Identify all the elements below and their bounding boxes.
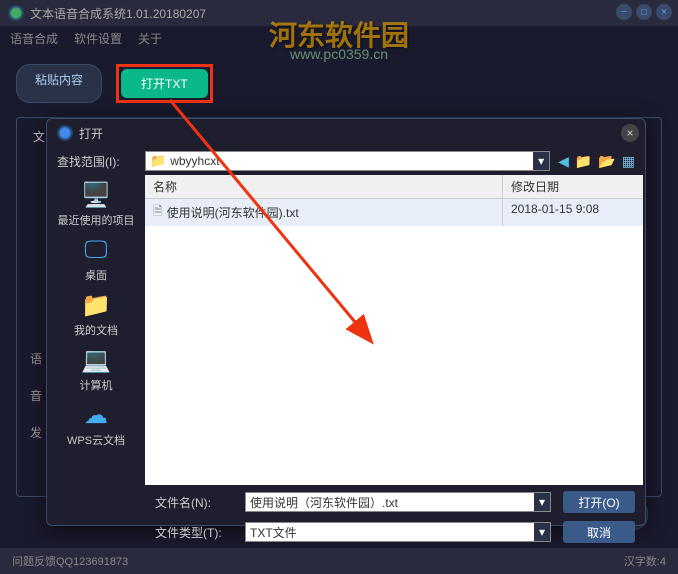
status-feedback: 问题反馈QQ123691873 bbox=[12, 553, 128, 569]
places-sidebar: 🖥️ 最近使用的项目 🖵 桌面 📁 我的文档 💻 计算机 ☁ WPS云文档 bbox=[47, 175, 145, 485]
highlight-annotation: 打开TXT bbox=[116, 64, 213, 103]
file-list-header: 名称 修改日期 bbox=[145, 175, 643, 199]
dialog-title: 打开 bbox=[79, 125, 103, 142]
filename-input[interactable]: 使用说明（河东软件园）.txt ▾ bbox=[245, 492, 551, 512]
open-button[interactable]: 打开(O) bbox=[563, 491, 635, 513]
minimize-button[interactable]: − bbox=[616, 4, 632, 20]
sidebar-recent[interactable]: 🖥️ 最近使用的项目 bbox=[58, 181, 135, 228]
viewmode-icon[interactable]: ▦ bbox=[622, 153, 635, 170]
txt-file-icon: 🗎 bbox=[153, 202, 163, 223]
close-button[interactable]: × bbox=[656, 4, 672, 20]
column-name[interactable]: 名称 bbox=[145, 175, 503, 198]
paste-button[interactable]: 粘贴内容 bbox=[16, 64, 102, 103]
sidebar-computer[interactable]: 💻 计算机 bbox=[80, 346, 113, 393]
content-label: 文 bbox=[33, 128, 45, 145]
sidebar-desktop-label: 桌面 bbox=[85, 267, 107, 283]
dialog-titlebar: 打开 × bbox=[47, 119, 645, 147]
sidebar-recent-label: 最近使用的项目 bbox=[58, 212, 135, 228]
dialog-close-button[interactable]: × bbox=[621, 124, 639, 142]
filename-label: 文件名(N): bbox=[155, 494, 233, 511]
sidebar-documents-label: 我的文档 bbox=[74, 322, 118, 338]
sidebar-desktop[interactable]: 🖵 桌面 bbox=[80, 236, 112, 283]
file-date: 2018-01-15 9:08 bbox=[503, 199, 643, 226]
menu-about[interactable]: 关于 bbox=[138, 30, 162, 47]
label-1: 语 bbox=[30, 350, 42, 367]
recent-icon: 🖥️ bbox=[80, 181, 112, 209]
up-icon[interactable]: 📁 bbox=[575, 153, 592, 170]
app-icon bbox=[8, 5, 24, 21]
sidebar-documents[interactable]: 📁 我的文档 bbox=[74, 291, 118, 338]
status-charcount: 汉字数:4 bbox=[624, 553, 666, 569]
file-open-dialog: 打开 × 查找范围(I): 📁 wbyyhcxt ▾ ◀ 📁 📂 ▦ 🖥️ 最近… bbox=[46, 118, 646, 526]
filetype-dropdown-icon[interactable]: ▾ bbox=[534, 523, 550, 541]
desktop-icon: 🖵 bbox=[80, 236, 112, 264]
titlebar: 文本语音合成系统1.01.20180207 − □ × bbox=[0, 0, 678, 26]
menu-settings[interactable]: 软件设置 bbox=[74, 30, 122, 47]
computer-icon: 💻 bbox=[80, 346, 112, 374]
lookin-label: 查找范围(I): bbox=[57, 153, 137, 170]
dialog-bottom: 文件名(N): 使用说明（河东软件园）.txt ▾ 打开(O) 文件类型(T):… bbox=[47, 485, 645, 553]
side-labels: 语 音 发 bbox=[30, 350, 42, 441]
maximize-button[interactable]: □ bbox=[636, 4, 652, 20]
cloud-icon: ☁ bbox=[80, 401, 112, 429]
menubar: 语音合成 软件设置 关于 bbox=[0, 26, 678, 50]
sidebar-wps-label: WPS云文档 bbox=[67, 432, 125, 448]
lookin-value: wbyyhcxt bbox=[170, 154, 219, 168]
column-date[interactable]: 修改日期 bbox=[503, 175, 643, 198]
filetype-label: 文件类型(T): bbox=[155, 524, 233, 541]
lookin-combo[interactable]: 📁 wbyyhcxt ▾ bbox=[145, 151, 550, 171]
dialog-icon bbox=[57, 125, 73, 141]
file-row[interactable]: 🗎 使用说明(河东软件园).txt 2018-01-15 9:08 bbox=[145, 199, 643, 226]
label-3: 发 bbox=[30, 424, 42, 441]
cancel-button[interactable]: 取消 bbox=[563, 521, 635, 543]
toolbar: 粘贴内容 打开TXT bbox=[0, 50, 678, 117]
dropdown-icon[interactable]: ▾ bbox=[533, 152, 549, 170]
file-list[interactable]: 名称 修改日期 🗎 使用说明(河东软件园).txt 2018-01-15 9:0… bbox=[145, 175, 643, 485]
filetype-value: TXT文件 bbox=[250, 524, 297, 541]
newfolder-icon[interactable]: 📂 bbox=[598, 153, 615, 170]
filename-dropdown-icon[interactable]: ▾ bbox=[534, 493, 550, 511]
menu-tts[interactable]: 语音合成 bbox=[10, 30, 58, 47]
sidebar-computer-label: 计算机 bbox=[80, 377, 113, 393]
lookin-row: 查找范围(I): 📁 wbyyhcxt ▾ ◀ 📁 📂 ▦ bbox=[47, 147, 645, 175]
filename-value: 使用说明（河东软件园）.txt bbox=[250, 494, 398, 511]
file-name: 使用说明(河东软件园).txt bbox=[167, 204, 299, 221]
open-txt-button[interactable]: 打开TXT bbox=[121, 69, 208, 98]
label-2: 音 bbox=[30, 387, 42, 404]
window-title: 文本语音合成系统1.01.20180207 bbox=[30, 5, 206, 22]
documents-icon: 📁 bbox=[80, 291, 112, 319]
filetype-combo[interactable]: TXT文件 ▾ bbox=[245, 522, 551, 542]
folder-icon: 📁 bbox=[150, 153, 166, 169]
back-icon[interactable]: ◀ bbox=[558, 153, 569, 170]
sidebar-wps[interactable]: ☁ WPS云文档 bbox=[67, 401, 125, 448]
